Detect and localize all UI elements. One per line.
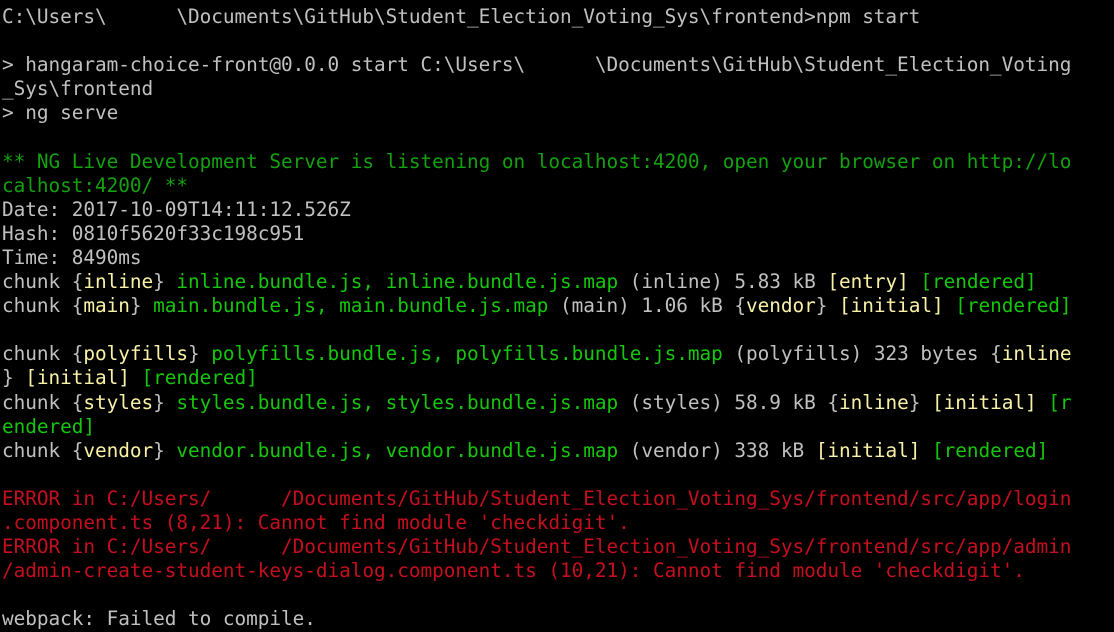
console-line: chunk {vendor} vendor.bundle.js, vendor.… xyxy=(2,439,1112,463)
console-text-segment: [initial] xyxy=(931,390,1037,414)
console-text-segment: _Sys\frontend xyxy=(2,77,154,101)
console-text-segment: vendor.bundle.js, vendor.bundle.js.map xyxy=(176,438,619,462)
console-text-segment: Date: 2017-10-09T14:11:12.526Z xyxy=(2,197,351,221)
console-line: ** NG Live Development Server is listeni… xyxy=(2,150,1112,174)
console-text-segment: [rendered] xyxy=(920,270,1037,294)
console-text-segment: (polyfills) 323 bytes { xyxy=(722,342,1002,366)
console-text-segment: inline.bundle.js, inline.bundle.js.map xyxy=(176,270,619,294)
console-line: chunk {main} main.bundle.js, main.bundle… xyxy=(2,294,1112,318)
terminal-window[interactable]: C:\Users\ \Documents\GitHub\Student_Elec… xyxy=(0,0,1114,632)
console-output: C:\Users\ \Documents\GitHub\Student_Elec… xyxy=(2,5,1112,631)
console-line: } [initial] [rendered] xyxy=(2,366,1112,390)
console-line: ERROR in C:/Users/ /Documents/GitHub/Stu… xyxy=(2,535,1112,559)
console-text-segment: inline xyxy=(1001,342,1072,366)
console-text-segment: [r xyxy=(1048,390,1072,414)
console-text-segment: chunk { xyxy=(2,294,84,318)
console-text-segment: ** NG Live Development Server is listeni… xyxy=(2,149,1072,173)
console-text-segment: (main) 1.06 kB { xyxy=(548,294,746,318)
console-text-segment: [rendered] xyxy=(141,366,258,390)
console-text-segment: chunk { xyxy=(2,390,84,414)
console-text-segment: endered] xyxy=(2,414,95,438)
console-text-segment: } xyxy=(153,438,177,462)
console-line: Hash: 0810f5620f33c198c951 xyxy=(2,222,1112,246)
console-text-segment: [entry] xyxy=(827,270,909,294)
console-line: _Sys\frontend xyxy=(2,77,1112,101)
console-text-segment: /admin-create-student-keys-dialog.compon… xyxy=(2,559,1025,583)
console-text-segment xyxy=(130,366,142,389)
console-line: webpack: Failed to compile. xyxy=(2,607,1112,631)
console-text-segment: styles xyxy=(83,390,154,414)
console-line: .component.ts (8,21): Cannot find module… xyxy=(2,511,1112,535)
console-text-segment: main xyxy=(83,294,130,318)
console-line: Time: 8490ms xyxy=(2,246,1112,270)
console-text-segment: chunk { xyxy=(2,438,84,462)
console-text-segment: ERROR in C:/Users/ /Documents/GitHub/Stu… xyxy=(2,535,1072,559)
console-text-segment: .component.ts (8,21): Cannot find module… xyxy=(2,510,630,534)
console-line: > hangaram-choice-front@0.0.0 start C:\U… xyxy=(2,53,1112,77)
console-text-segment: webpack: Failed to compile. xyxy=(2,607,316,631)
console-text-segment: > hangaram-choice-front@0.0.0 start C:\U… xyxy=(2,53,1072,77)
console-text-segment: C:\Users\ \Documents\GitHub\Student_Elec… xyxy=(2,5,921,28)
console-line: > ng serve xyxy=(2,101,1112,125)
console-text-segment: } xyxy=(908,390,932,414)
console-text-segment: inline xyxy=(838,390,909,414)
console-text-segment xyxy=(909,270,921,293)
console-text-segment: [initial] xyxy=(25,366,130,390)
console-text-segment: [initial] xyxy=(838,294,944,318)
console-text-segment: chunk { xyxy=(2,270,84,294)
console-line: /admin-create-student-keys-dialog.compon… xyxy=(2,559,1112,583)
console-line: C:\Users\ \Documents\GitHub\Student_Elec… xyxy=(2,5,1112,29)
console-text-segment: inline xyxy=(83,270,154,294)
console-text-segment: } xyxy=(129,294,154,318)
console-text-segment xyxy=(944,294,956,317)
console-text-segment xyxy=(920,439,932,462)
console-text-segment: polyfills.bundle.js, polyfills.bundle.js… xyxy=(211,342,723,366)
console-text-segment: main.bundle.js, main.bundle.js.map xyxy=(153,294,549,318)
console-text-segment: } xyxy=(815,294,839,318)
console-text-segment: calhost:4200/ ** xyxy=(2,173,188,197)
console-text-segment: (vendor) 338 kB xyxy=(618,438,816,462)
console-text-segment: } xyxy=(2,366,26,390)
console-text-segment: polyfills xyxy=(83,342,188,366)
console-line: ERROR in C:/Users/ /Documents/GitHub/Stu… xyxy=(2,487,1112,511)
console-text-segment: ERROR in C:/Users/ /Documents/GitHub/Stu… xyxy=(2,486,1072,510)
console-text-segment: chunk { xyxy=(2,342,84,366)
console-text-segment xyxy=(1037,391,1049,414)
console-line: chunk {polyfills} polyfills.bundle.js, p… xyxy=(2,342,1112,366)
console-line: calhost:4200/ ** xyxy=(2,174,1112,198)
console-text-segment: vendor xyxy=(83,438,154,462)
console-text-segment: vendor xyxy=(745,294,816,318)
console-line: chunk {inline} inline.bundle.js, inline.… xyxy=(2,270,1112,294)
console-text-segment: Hash: 0810f5620f33c198c951 xyxy=(2,221,305,245)
console-text-segment: } xyxy=(188,342,212,366)
console-text-segment: } xyxy=(153,390,177,414)
console-text-segment: Time: 8490ms xyxy=(2,245,142,269)
console-line: Date: 2017-10-09T14:11:12.526Z xyxy=(2,198,1112,222)
console-text-segment: } xyxy=(153,270,177,294)
console-text-segment: (inline) 5.83 kB xyxy=(618,270,828,294)
console-text-segment: [rendered] xyxy=(931,438,1049,462)
console-text-segment: [initial] xyxy=(815,438,921,462)
console-text-segment: [rendered] xyxy=(955,294,1072,318)
console-line: chunk {styles} styles.bundle.js, styles.… xyxy=(2,391,1112,415)
console-text-segment: > ng serve xyxy=(2,101,119,125)
console-text-segment: (styles) 58.9 kB { xyxy=(618,390,839,414)
console-line: endered] xyxy=(2,415,1112,439)
console-text-segment: styles.bundle.js, styles.bundle.js.map xyxy=(176,390,619,414)
